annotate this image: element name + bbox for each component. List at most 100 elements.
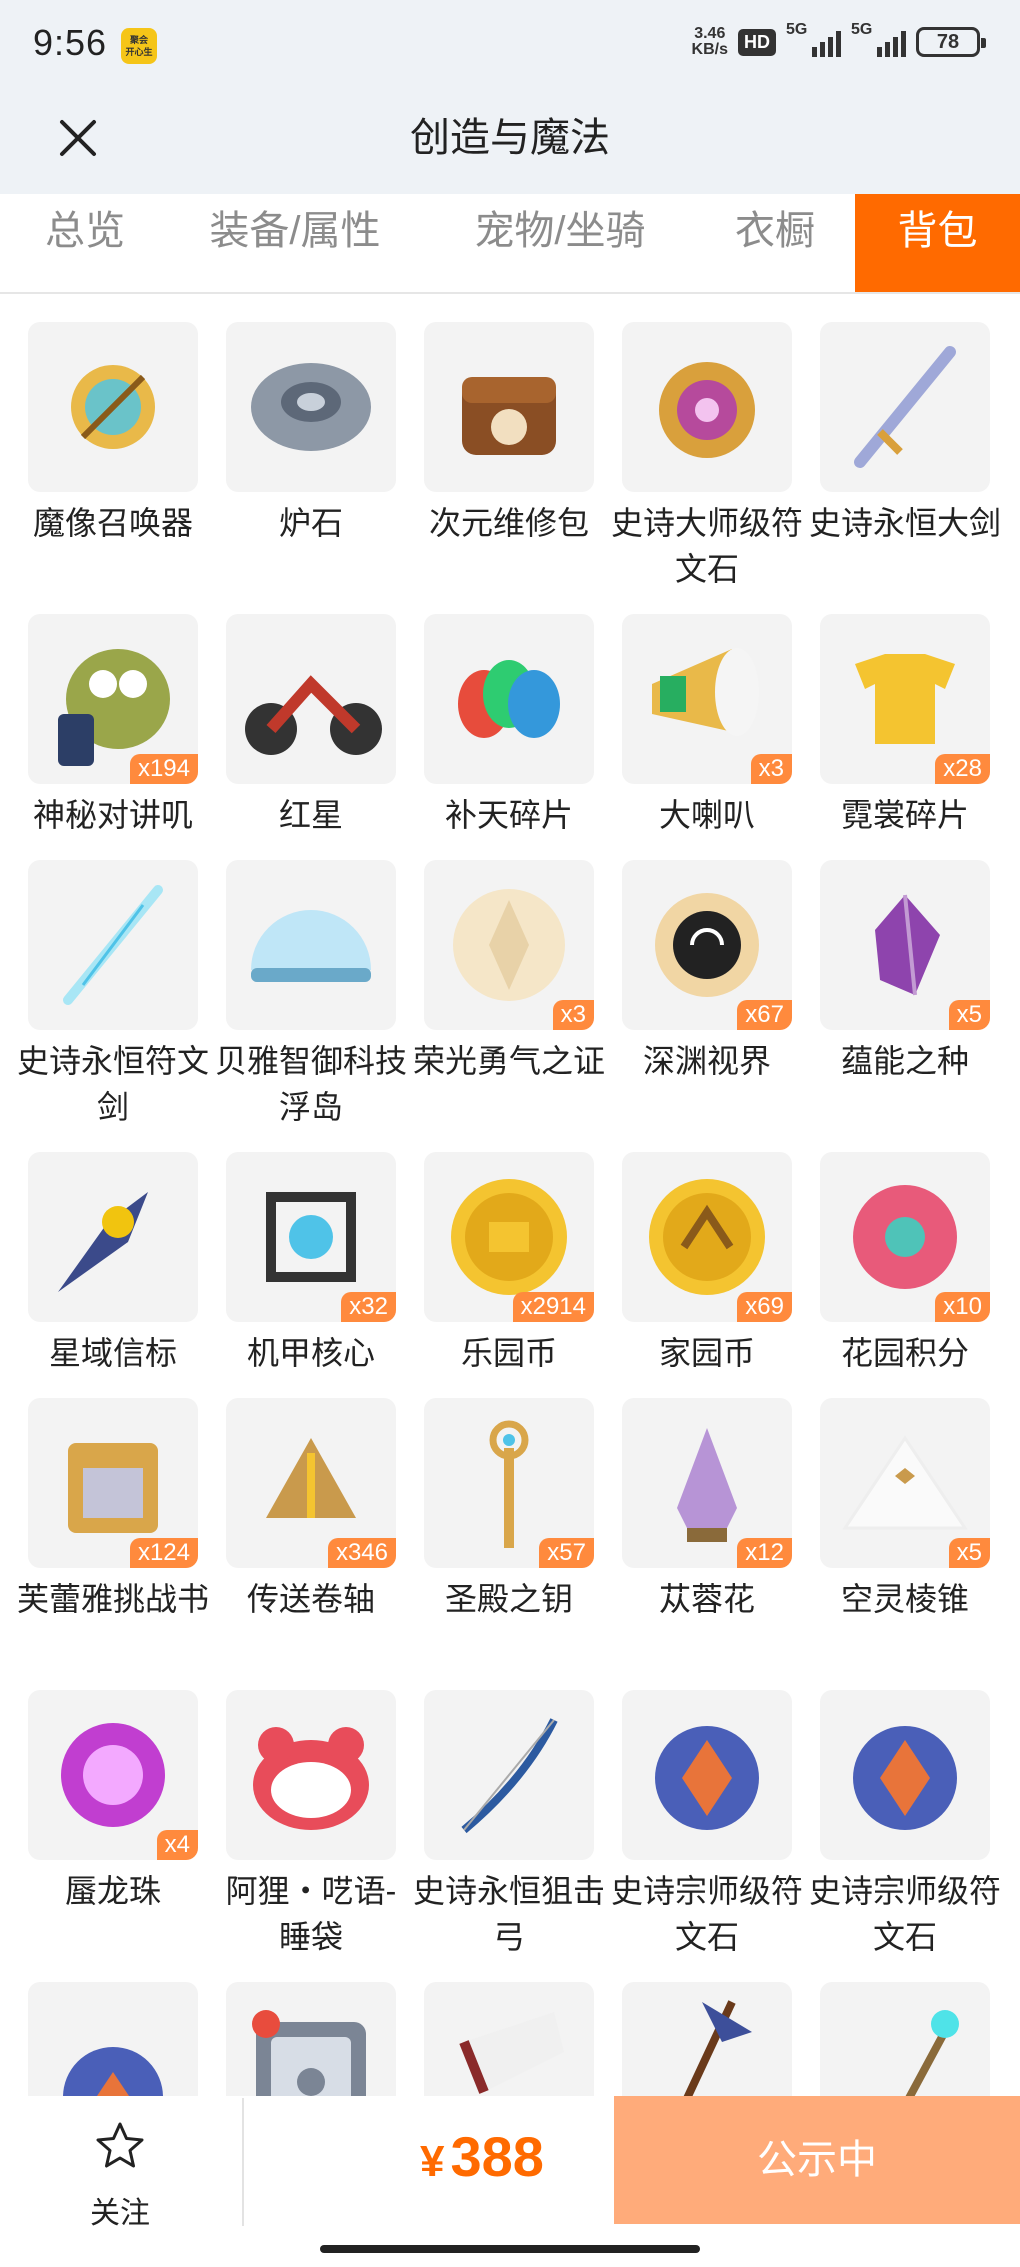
backpack-item[interactable]: 次元维修包 xyxy=(410,322,608,546)
home-indicator[interactable] xyxy=(320,2245,700,2253)
backpack-item[interactable]: 史诗永恒符文剑 xyxy=(14,860,212,1130)
item-thumbnail xyxy=(226,614,396,784)
tab-overview[interactable]: 总览 xyxy=(20,194,150,292)
item-thumbnail: x5 xyxy=(820,860,990,1030)
item-icon xyxy=(655,1726,759,1830)
backpack-item[interactable]: x3 荣光勇气之证 xyxy=(410,860,608,1084)
item-name: 史诗永恒大剑 xyxy=(808,505,1001,541)
backpack-item[interactable]: 补天碎片 xyxy=(410,614,608,838)
notification-app-icon: 聚会 开心生 xyxy=(121,28,157,64)
divider xyxy=(242,2098,244,2226)
item-name: 花园积分 xyxy=(840,1335,969,1371)
item-name: 补天碎片 xyxy=(444,797,573,833)
tab-backpack[interactable]: 背包 xyxy=(855,194,1020,292)
status-indicators: 3.46 KB/s HD 5G 5G 78 xyxy=(691,21,986,58)
backpack-item[interactable]: x5 蕴能之种 xyxy=(806,860,1004,1084)
backpack-item[interactable]: 史诗宗师级符文石 xyxy=(608,1690,806,1960)
item-thumbnail xyxy=(622,322,792,492)
item-icon xyxy=(853,1726,957,1830)
backpack-item[interactable] xyxy=(14,1982,212,2096)
backpack-item[interactable]: x12 苁蓉花 xyxy=(608,1398,806,1622)
backpack-item[interactable]: x32 机甲核心 xyxy=(212,1152,410,1376)
tab-equipment[interactable]: 装备/属性 xyxy=(190,194,400,292)
backpack-item[interactable]: x67 深渊视界 xyxy=(608,860,806,1084)
item-name: 贝雅智御科技浮岛 xyxy=(214,1043,407,1125)
item-thumbnail: x194 xyxy=(28,614,198,784)
quantity-badge: x5 xyxy=(948,1000,990,1030)
item-name: 家园币 xyxy=(658,1335,755,1371)
backpack-item[interactable]: x2914 乐园币 xyxy=(410,1152,608,1376)
backpack-item[interactable] xyxy=(608,1982,806,2096)
item-name: 史诗宗师级符文石 xyxy=(610,1873,803,1955)
backpack-item[interactable]: x4 蜃龙珠 xyxy=(14,1690,212,1914)
status-bar: 9:56 聚会 开心生 3.46 KB/s HD 5G 5G 78 xyxy=(0,0,1020,90)
backpack-item[interactable]: 阿狸・呓语-睡袋 xyxy=(212,1690,410,1960)
follow-button[interactable]: 关注 xyxy=(0,2096,240,2231)
item-thumbnail xyxy=(226,1982,396,2096)
backpack-item[interactable]: x10 花园积分 xyxy=(806,1152,1004,1376)
item-name: 炉石 xyxy=(278,505,343,541)
item-name: 乐园币 xyxy=(460,1335,557,1371)
quantity-badge: x57 xyxy=(539,1538,594,1568)
backpack-item[interactable]: x28 霓裳碎片 xyxy=(806,614,1004,838)
backpack-item[interactable]: x194 神秘对讲叽 xyxy=(14,614,212,838)
price-value: 388 xyxy=(450,2125,544,2188)
backpack-item[interactable]: 贝雅智御科技浮岛 xyxy=(212,860,410,1130)
item-icon xyxy=(58,1192,148,1292)
item-thumbnail xyxy=(28,1982,198,2096)
item-thumbnail: x10 xyxy=(820,1152,990,1322)
item-thumbnail xyxy=(622,1982,792,2096)
hd-icon: HD xyxy=(738,28,776,56)
item-name: 深渊视界 xyxy=(642,1043,771,1079)
item-thumbnail: x2914 xyxy=(424,1152,594,1322)
backpack-item[interactable]: x5 空灵棱锥 xyxy=(806,1398,1004,1622)
item-name: 蕴能之种 xyxy=(840,1043,969,1079)
network-speed: 3.46 KB/s xyxy=(691,25,728,58)
item-name: 魔像召唤器 xyxy=(32,505,193,541)
backpack-item[interactable] xyxy=(410,1982,608,2096)
item-icon xyxy=(458,660,560,738)
bottom-bar: 关注 ¥388 公示中 xyxy=(0,2096,1020,2231)
backpack-item[interactable]: x69 家园币 xyxy=(608,1152,806,1376)
quantity-badge: x28 xyxy=(935,754,990,784)
item-icon xyxy=(659,362,755,458)
backpack-item[interactable]: 炉石 xyxy=(212,322,410,546)
backpack-item[interactable] xyxy=(212,1982,410,2096)
backpack-item[interactable]: x57 圣殿之钥 xyxy=(410,1398,608,1622)
signal-icon: 5G xyxy=(786,21,841,57)
backpack-item[interactable] xyxy=(806,1982,1004,2096)
item-name: 传送卷轴 xyxy=(246,1581,375,1617)
backpack-item[interactable]: x3 大喇叭 xyxy=(608,614,806,838)
item-name: 阿狸・呓语-睡袋 xyxy=(225,1873,397,1955)
tab-pets-mounts[interactable]: 宠物/坐骑 xyxy=(450,194,670,292)
item-thumbnail: x4 xyxy=(28,1690,198,1860)
quantity-badge: x4 xyxy=(156,1830,198,1860)
item-icon xyxy=(459,2012,564,2094)
item-icon xyxy=(462,377,556,455)
backpack-item[interactable]: 魔像召唤器 xyxy=(14,322,212,546)
backpack-grid: 魔像召唤器 炉石 次元维修包 史诗大师级符文石 史诗永恒大剑 x194 神秘对讲叽 红星 补天碎… xyxy=(0,296,1020,2096)
quantity-badge: x3 xyxy=(552,1000,594,1030)
item-thumbnail: x12 xyxy=(622,1398,792,1568)
publicity-status-button[interactable]: 公示中 xyxy=(614,2096,1020,2224)
backpack-item[interactable]: x124 芙蕾雅挑战书 xyxy=(14,1398,212,1622)
item-name: 蜃龙珠 xyxy=(64,1873,161,1909)
item-icon xyxy=(63,2047,163,2096)
backpack-item[interactable]: 史诗大师级符文石 xyxy=(608,322,806,592)
backpack-item[interactable]: 红星 xyxy=(212,614,410,838)
item-thumbnail xyxy=(28,322,198,492)
tab-wardrobe[interactable]: 衣橱 xyxy=(710,194,840,292)
item-icon xyxy=(683,2000,752,2096)
item-name: 霓裳碎片 xyxy=(840,797,969,833)
backpack-item[interactable]: x346 传送卷轴 xyxy=(212,1398,410,1622)
backpack-item[interactable]: 史诗永恒大剑 xyxy=(806,322,1004,546)
item-name: 史诗永恒狙击弓 xyxy=(412,1873,605,1955)
item-thumbnail: x5 xyxy=(820,1398,990,1568)
item-icon xyxy=(251,363,371,451)
item-thumbnail: x346 xyxy=(226,1398,396,1568)
item-thumbnail xyxy=(622,1690,792,1860)
item-thumbnail xyxy=(424,322,594,492)
backpack-item[interactable]: 史诗永恒狙击弓 xyxy=(410,1690,608,1960)
backpack-item[interactable]: 史诗宗师级符文石 xyxy=(806,1690,1004,1960)
backpack-item[interactable]: 星域信标 xyxy=(14,1152,212,1376)
